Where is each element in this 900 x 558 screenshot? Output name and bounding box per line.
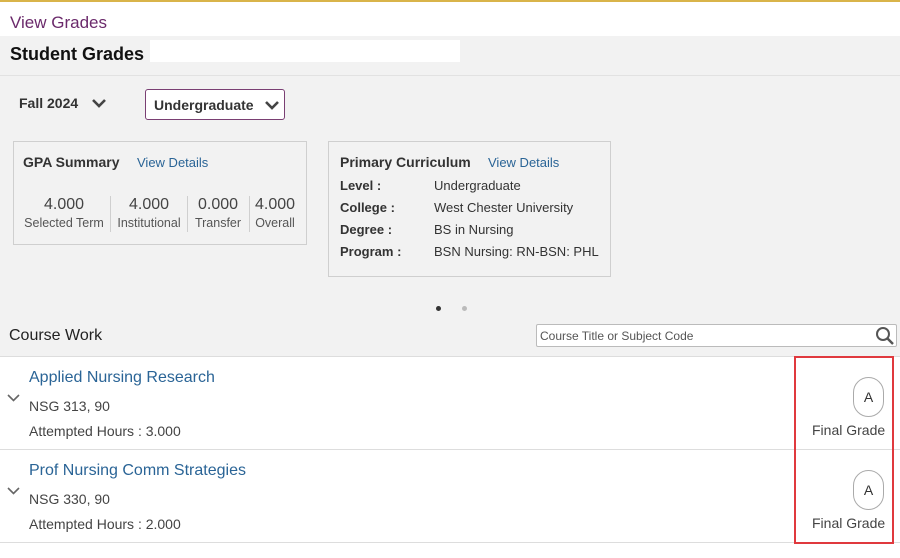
gpa-label: Institutional (117, 216, 181, 230)
gpa-label: Overall (255, 216, 295, 230)
gpa-selected-term: 4.000 Selected Term (22, 196, 106, 234)
course-search (536, 324, 897, 347)
career-select-label: Undergraduate (154, 97, 254, 113)
chevron-down-icon (92, 99, 106, 108)
gpa-overall: 4.000 Overall (252, 196, 298, 234)
primary-curriculum-card: Primary Curriculum View Details Level : … (328, 141, 611, 277)
carousel-pager (430, 304, 470, 314)
course-item: Prof Nursing Comm Strategies NSG 330, 90… (0, 450, 900, 543)
curriculum-title: Primary Curriculum (340, 154, 471, 170)
divider (110, 196, 111, 232)
gpa-institutional: 4.000 Institutional (115, 196, 183, 234)
attempted-hours: Attempted Hours : 3.000 (29, 423, 181, 439)
curriculum-key: Program : (340, 244, 402, 259)
divider (187, 196, 188, 232)
course-list: Applied Nursing Research NSG 313, 90 Att… (0, 356, 900, 558)
curriculum-value: BSN Nursing: RN-BSN: PHL (434, 244, 599, 259)
pager-dot-active[interactable] (436, 306, 441, 311)
chevron-down-icon[interactable] (7, 486, 20, 496)
chevron-down-icon[interactable] (7, 393, 20, 403)
gpa-summary-card: GPA Summary View Details 4.000 Selected … (13, 141, 307, 245)
course-work-title: Course Work (9, 327, 103, 344)
career-select[interactable]: Undergraduate (145, 89, 285, 120)
gpa-view-details-link[interactable]: View Details (137, 155, 208, 170)
chevron-down-icon (265, 101, 279, 110)
course-title-link[interactable]: Prof Nursing Comm Strategies (29, 462, 246, 480)
gpa-value: 0.000 (197, 196, 239, 213)
redacted-name-box (150, 40, 460, 62)
student-grades-header: Student Grades (0, 36, 900, 76)
course-code: NSG 330, 90 (29, 491, 110, 507)
gpa-transfer: 0.000 Transfer (191, 196, 245, 234)
gpa-summary-title: GPA Summary (23, 154, 120, 170)
curriculum-value: West Chester University (434, 200, 574, 215)
student-grades-title: Student Grades (10, 44, 145, 64)
attempted-hours: Attempted Hours : 2.000 (29, 516, 181, 532)
curriculum-key: Degree : (340, 222, 393, 237)
curriculum-value: BS in Nursing (434, 222, 514, 237)
final-grade-highlight-box (794, 356, 894, 544)
curriculum-value: Undergraduate (434, 178, 521, 193)
page-header: View Grades (0, 2, 900, 36)
course-code: NSG 313, 90 (29, 398, 110, 414)
search-input[interactable] (540, 327, 870, 345)
term-label: Fall 2024 (19, 95, 79, 111)
gpa-value: 4.000 (43, 196, 85, 213)
course-item: Applied Nursing Research NSG 313, 90 Att… (0, 357, 900, 450)
pager-dot[interactable] (462, 306, 467, 311)
search-icon[interactable] (874, 326, 896, 346)
course-title-link[interactable]: Applied Nursing Research (29, 369, 215, 387)
page-title: View Grades (10, 13, 108, 32)
gpa-label: Selected Term (24, 216, 104, 230)
gpa-value: 4.000 (128, 196, 170, 213)
curriculum-key: College : (340, 200, 395, 215)
gpa-label: Transfer (194, 216, 242, 230)
divider (249, 196, 250, 232)
gpa-value: 4.000 (254, 196, 296, 213)
curriculum-view-details-link[interactable]: View Details (488, 155, 559, 170)
term-dropdown[interactable]: Fall 2024 (19, 95, 106, 111)
curriculum-key: Level : (340, 178, 382, 193)
